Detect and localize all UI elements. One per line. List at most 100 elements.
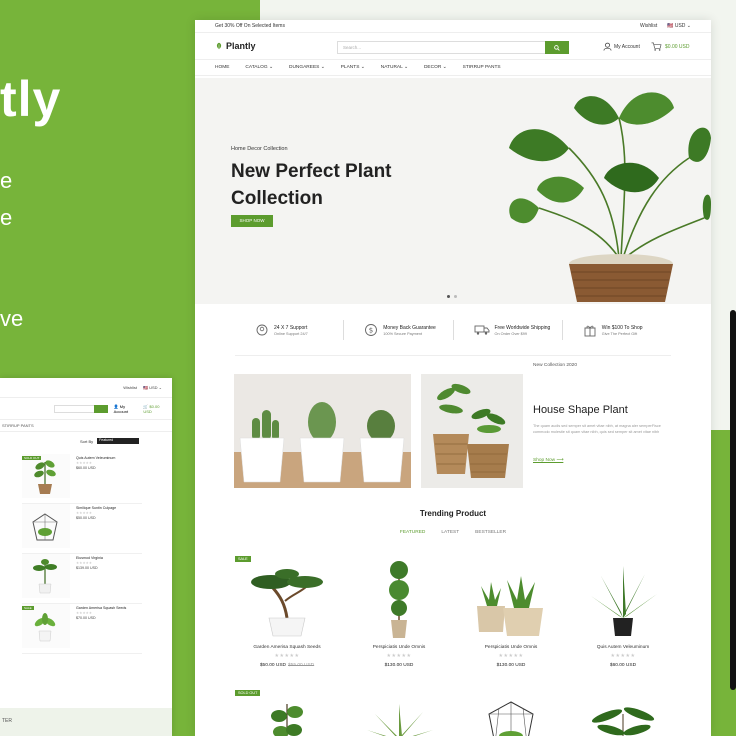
product-card[interactable] xyxy=(347,690,451,736)
nav-item-plants[interactable]: PLANTS ⌄ xyxy=(341,65,365,70)
secondary-cart-link[interactable]: 🛒 $0.00 USD xyxy=(143,404,166,414)
secondary-search-icon[interactable] xyxy=(93,404,108,413)
feature-support: 24 X 7 Support Online Support 24/7 xyxy=(235,320,345,340)
wishlist-link[interactable]: Wishlist xyxy=(640,23,657,29)
sort-select[interactable]: Featured xyxy=(97,438,140,444)
showcase-line-2: e xyxy=(0,205,13,230)
nav-item-catalog[interactable]: CATALOG ⌄ xyxy=(245,65,273,70)
secondary-account-link[interactable]: 👤 My Account xyxy=(114,404,138,414)
showcase-line-1: e xyxy=(0,168,13,193)
feature-title: 24 X 7 Support xyxy=(274,324,308,331)
shop-now-button[interactable]: SHOP NOW xyxy=(231,215,273,227)
shop-now-link[interactable]: Shop Now ⟶ xyxy=(533,458,563,463)
site-header: Plantly Search... My Account $0.00 USD xyxy=(195,33,711,59)
tab-latest[interactable]: LATEST xyxy=(441,530,459,535)
product-card[interactable]: SOLD OUT xyxy=(235,690,339,736)
cactus-banner-image[interactable] xyxy=(234,374,411,488)
house-plant-banner-image[interactable] xyxy=(421,374,523,488)
nav-item-home[interactable]: HOME xyxy=(215,65,229,70)
list-item[interactable]: SALE Garden Amerisa Squash Seeds ★★★★★ $… xyxy=(22,604,142,654)
search-icon xyxy=(554,44,560,51)
search-button[interactable] xyxy=(545,41,569,54)
product-info: Eiusmod Virginia ★★★★★ $139.00 USD xyxy=(76,554,103,603)
secondary-currency-select[interactable]: 🇺🇸 USD ⌄ xyxy=(143,385,162,390)
search-input[interactable]: Search... xyxy=(337,41,569,54)
currency-select[interactable]: 🇺🇸 USD ⌄ xyxy=(667,23,691,29)
cart-link[interactable]: $0.00 USD xyxy=(651,42,689,51)
secondary-wishlist-link[interactable]: Wishlist xyxy=(123,385,137,390)
product-card[interactable]: SALE Garden Amerisa Squash Seeds ★★★★★ $… xyxy=(235,556,339,676)
terrarium-image xyxy=(32,513,58,541)
secondary-search-input[interactable] xyxy=(54,404,108,413)
nav-item-dungarees[interactable]: DUNGAREES ⌄ xyxy=(289,65,325,70)
feature-sub: On Order Over $99 xyxy=(494,331,528,336)
topiary-image xyxy=(389,561,409,638)
tab-featured[interactable]: FEATURED xyxy=(400,530,426,535)
plant-image xyxy=(34,613,56,642)
product-thumbnail[interactable]: SALE xyxy=(22,604,70,648)
banner-eyebrow: New Collection 2020 xyxy=(533,363,577,368)
old-price: $55.00 USD xyxy=(288,663,315,668)
nav-item-decor[interactable]: DECOR ⌄ xyxy=(424,65,447,70)
feature-shipping: Free Worldwide Shipping On Order Over $99 xyxy=(454,320,563,340)
truck-icon xyxy=(474,325,489,335)
cart-total: $0.00 USD xyxy=(665,43,690,50)
list-item[interactable]: Eiusmod Virginia ★★★★★ $139.00 USD xyxy=(22,554,142,604)
secondary-nav-item[interactable]: STIRRUP PANTS xyxy=(0,420,172,432)
feature-title: Money Back Guarantee xyxy=(383,324,436,331)
product-card[interactable]: Perspiciatis Unde Omnis ★★★★★ $130.00 US… xyxy=(459,556,563,676)
product-info: Garden Amerisa Squash Seeds ★★★★★ $70.00… xyxy=(76,604,126,653)
list-item[interactable]: SOLD OUT Quis Autem Veleuminum ★★★★★ $60… xyxy=(22,454,142,504)
slider-dot[interactable] xyxy=(454,295,457,298)
product-thumbnail[interactable]: SOLD OUT xyxy=(22,454,70,498)
product-card[interactable]: Quis Autem Veleuminum ★★★★★ $60.00 USD xyxy=(571,556,675,676)
sort-control: Sort By Featured xyxy=(80,438,140,444)
hero-title: New Perfect Plant Collection xyxy=(231,161,392,209)
showcase-stage: tly e e ve Wishlist 🇺🇸 USD ⌄ 👤 My Accoun… xyxy=(0,0,736,736)
product-card[interactable]: Perspiciatis Unde Omnis ★★★★★ $130.00 US… xyxy=(347,556,451,676)
main-nav: HOME CATALOG ⌄ DUNGAREES ⌄ PLANTS ⌄ NATU… xyxy=(195,59,711,76)
sale-badge: SALE xyxy=(235,556,251,562)
cactus-pots-image xyxy=(234,402,411,488)
site-logo[interactable]: Plantly xyxy=(215,41,256,51)
account-label: My Account xyxy=(614,43,640,50)
product-thumbnail[interactable] xyxy=(22,504,70,548)
showcase-brand-text: tly xyxy=(0,71,62,127)
product-name[interactable]: Perspiciatis Unde Omnis xyxy=(347,645,451,650)
account-link[interactable]: My Account xyxy=(603,42,640,51)
slider-dot-active[interactable] xyxy=(447,295,450,298)
top-bar: Get 30% Off On Selected Items Wishlist 🇺… xyxy=(195,20,711,33)
feature-gift: Win $100 To Shop Give The Perfect Gift xyxy=(563,320,671,340)
product-card[interactable] xyxy=(459,690,563,736)
secondary-topbar: Wishlist 🇺🇸 USD ⌄ xyxy=(0,378,172,398)
nav-item-stirrup-pants[interactable]: STIRRUP PANTS xyxy=(463,65,501,70)
feature-money-back: $ Money Back Guarantee 100% Secure Paymen… xyxy=(344,320,454,340)
product-price: $130.00 USD xyxy=(496,663,526,668)
promo-text: Get 30% Off On Selected Items xyxy=(215,23,285,29)
user-icon xyxy=(603,42,612,51)
product-name[interactable]: Perspiciatis Unde Omnis xyxy=(459,645,563,650)
succulent-pots-image xyxy=(477,576,543,636)
product-name[interactable]: Garden Amerisa Squash Seeds xyxy=(235,645,339,650)
nav-item-natural[interactable]: NATURAL ⌄ xyxy=(381,65,408,70)
hero-eyebrow: Home Decor Collection xyxy=(231,146,288,152)
product-rating: ★★★★★ xyxy=(386,653,412,659)
product-rating: ★★★★★ xyxy=(498,653,524,659)
category-page-mockup: Wishlist 🇺🇸 USD ⌄ 👤 My Account 🛒 $0.00 U… xyxy=(0,378,172,736)
product-tabs: FEATURED LATEST BESTSELLER xyxy=(195,530,711,535)
headset-icon xyxy=(256,324,268,336)
product-card[interactable] xyxy=(571,690,675,736)
product-price: $70.00 USD xyxy=(76,616,96,620)
product-price: $50.00 USD xyxy=(76,516,96,520)
product-price: $60.00 USD xyxy=(76,466,96,470)
banner-description: The quam audis sed semper sit amet vitae… xyxy=(533,424,661,434)
product-rating: ★★★★★ xyxy=(274,653,300,659)
secondary-footer: TER xyxy=(0,708,172,736)
tab-bestseller[interactable]: BESTSELLER xyxy=(475,530,506,535)
list-item[interactable]: Similique Suntin Culpage ★★★★★ $50.00 US… xyxy=(22,504,142,554)
product-name[interactable]: Quis Autem Veleuminum xyxy=(571,645,675,650)
product-thumbnail[interactable] xyxy=(22,554,70,598)
aloe-image xyxy=(591,566,657,636)
terrarium-image xyxy=(488,701,534,736)
search-placeholder: Search... xyxy=(343,45,362,50)
